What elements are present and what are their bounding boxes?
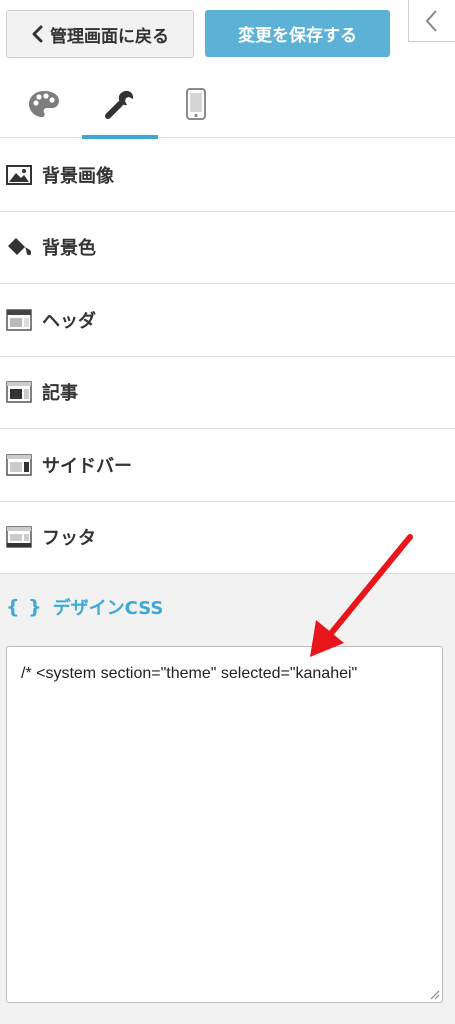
menu-item-article[interactable]: 記事: [0, 357, 455, 429]
collapse-panel-button[interactable]: [408, 0, 455, 42]
save-changes-button[interactable]: 変更を保存する: [205, 10, 390, 57]
layout-footer-icon: [6, 526, 32, 548]
tab-theme[interactable]: [6, 70, 82, 138]
palette-icon: [29, 91, 59, 117]
layout-sidebar-icon: [6, 454, 32, 476]
layout-article-icon: [6, 381, 32, 403]
image-icon: [6, 164, 32, 186]
braces-icon: { }: [6, 596, 43, 618]
top-toolbar: 管理画面に戻る 変更を保存する: [0, 0, 455, 70]
chevron-left-icon: [32, 25, 43, 43]
menu-item-label: 記事: [42, 383, 78, 405]
tab-customize[interactable]: [82, 70, 158, 139]
menu-item-footer[interactable]: フッタ: [0, 502, 455, 574]
menu-item-sidebar[interactable]: サイドバー: [0, 429, 455, 502]
design-css-textarea[interactable]: /* <system section="theme" selected="kan…: [6, 646, 443, 1003]
menu-item-header[interactable]: ヘッダ: [0, 284, 455, 357]
menu-item-label: サイドバー: [42, 455, 132, 477]
menu-item-label: フッタ: [42, 528, 96, 550]
css-code-line: /* <system section="theme" selected="kan…: [21, 665, 358, 682]
panel-tabs: [0, 70, 455, 139]
back-button-label: 管理画面に戻る: [50, 26, 169, 47]
customize-menu: 背景画像 背景色 ヘッダ 記事 サイドバー フッタ: [0, 139, 455, 574]
save-button-label: 変更を保存する: [238, 26, 357, 46]
design-css-title: デザインCSS: [52, 598, 164, 619]
menu-item-background-color[interactable]: 背景色: [0, 212, 455, 284]
wrench-icon: [105, 90, 134, 119]
smartphone-icon: [186, 88, 206, 120]
back-to-admin-button[interactable]: 管理画面に戻る: [6, 10, 194, 58]
paint-bucket-icon: [6, 236, 32, 258]
menu-item-background-image[interactable]: 背景画像: [0, 139, 455, 212]
menu-item-label: 背景画像: [42, 165, 114, 187]
menu-item-label: ヘッダ: [42, 310, 96, 332]
layout-header-icon: [6, 309, 32, 331]
design-css-header[interactable]: { } デザインCSS: [6, 594, 163, 620]
design-css-section: { } デザインCSS /* <system section="theme" s…: [0, 574, 455, 1024]
chevron-left-icon: [425, 9, 437, 32]
tab-smartphone[interactable]: [158, 70, 234, 138]
menu-item-label: 背景色: [42, 238, 96, 260]
resize-handle-icon[interactable]: [428, 988, 440, 1000]
